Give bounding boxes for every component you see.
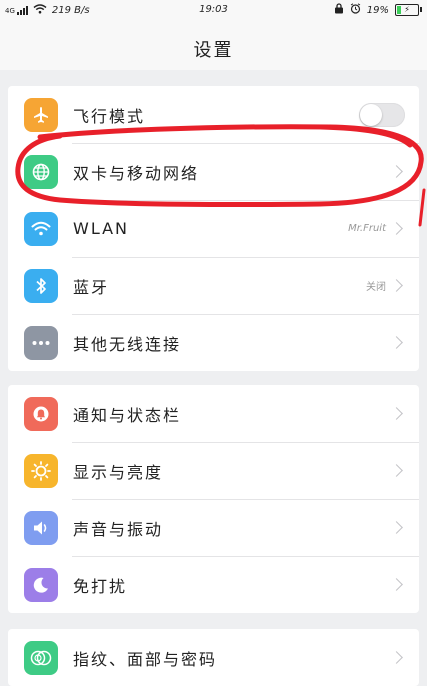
- setting-label: WLAN: [73, 219, 130, 238]
- chevron-right-icon: [390, 651, 403, 664]
- wlan-network-name: Mr.Fruit: [348, 223, 386, 234]
- chevron-right-icon: [390, 521, 403, 534]
- setting-other-wireless[interactable]: 其他无线连接: [8, 314, 419, 371]
- settings-group-security: 指纹、面部与密码: [8, 629, 419, 686]
- wifi-icon: [24, 211, 58, 246]
- status-right: 19% ⚡: [334, 3, 422, 17]
- chevron-right-icon: [390, 464, 403, 477]
- setting-notifications-status-bar[interactable]: 通知与状态栏: [8, 385, 419, 442]
- setting-label: 显示与亮度: [73, 462, 164, 482]
- fingerprint-icon: [24, 640, 58, 675]
- header: 设置: [0, 20, 427, 70]
- battery-percent: 19%: [366, 4, 389, 16]
- chevron-right-icon: [390, 222, 403, 235]
- sun-icon: [24, 453, 58, 488]
- setting-label: 双卡与移动网络: [73, 163, 200, 183]
- setting-label: 飞行模式: [73, 106, 146, 126]
- settings-group-display-sound: 通知与状态栏 显示与亮度 声音与振动 免打扰: [8, 385, 419, 613]
- setting-label: 声音与振动: [73, 519, 164, 539]
- setting-label: 其他无线连接: [73, 334, 182, 354]
- bluetooth-icon: [24, 268, 58, 303]
- chevron-right-icon: [390, 578, 403, 591]
- speaker-icon: [24, 510, 58, 545]
- more-icon: [24, 325, 58, 360]
- setting-fingerprint-face-password[interactable]: 指纹、面部与密码: [8, 629, 419, 686]
- bell-icon: [24, 396, 58, 431]
- battery-icon: ⚡: [395, 4, 422, 16]
- setting-bluetooth[interactable]: 蓝牙 关闭: [8, 257, 419, 314]
- moon-icon: [24, 567, 58, 602]
- page-title: 设置: [193, 40, 234, 61]
- chevron-right-icon: [390, 165, 403, 178]
- setting-airplane-mode[interactable]: 飞行模式: [8, 86, 419, 143]
- alarm-icon: [350, 3, 361, 17]
- setting-do-not-disturb[interactable]: 免打扰: [8, 556, 419, 613]
- airplane-mode-toggle[interactable]: [359, 102, 405, 127]
- chevron-right-icon: [390, 279, 403, 292]
- setting-dual-sim-mobile-network[interactable]: 双卡与移动网络: [8, 143, 419, 200]
- toggle-knob: [360, 103, 382, 126]
- airplane-icon: [24, 97, 58, 132]
- setting-label: 免打扰: [73, 576, 128, 596]
- chevron-right-icon: [390, 336, 403, 349]
- lock-icon: [334, 3, 344, 17]
- setting-wlan[interactable]: WLAN Mr.Fruit: [8, 200, 419, 257]
- setting-label: 蓝牙: [73, 277, 110, 297]
- status-bar: 4G 219 B/s 19:03 19% ⚡: [0, 0, 427, 20]
- globe-icon: [24, 154, 58, 189]
- setting-label: 通知与状态栏: [73, 405, 182, 425]
- setting-sound-vibration[interactable]: 声音与振动: [8, 499, 419, 556]
- bluetooth-status: 关闭: [366, 282, 386, 293]
- setting-label: 指纹、面部与密码: [73, 649, 218, 669]
- charging-icon: ⚡: [404, 5, 410, 14]
- chevron-right-icon: [390, 407, 403, 420]
- setting-display-brightness[interactable]: 显示与亮度: [8, 442, 419, 499]
- settings-group-connectivity: 飞行模式 双卡与移动网络 WLAN Mr.Fruit 蓝牙 关闭 其他无线连接: [8, 86, 419, 371]
